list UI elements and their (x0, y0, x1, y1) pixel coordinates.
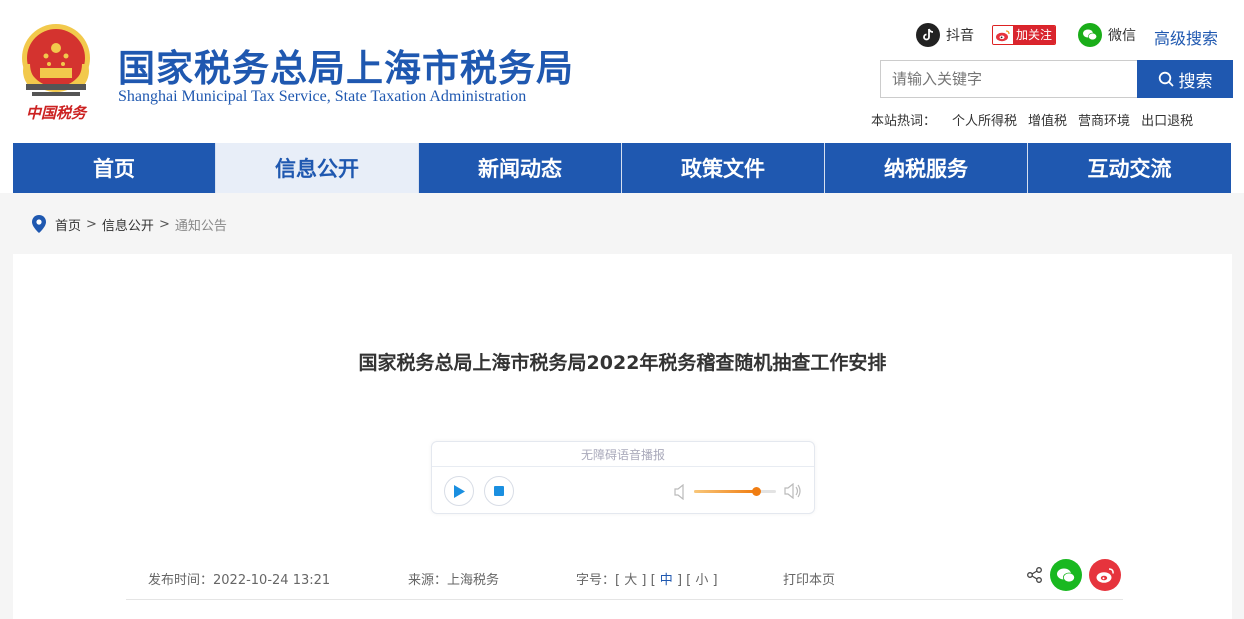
nav-item-home[interactable]: 首页 (13, 143, 216, 193)
hot-word-link[interactable]: 营商环境 (1078, 110, 1130, 129)
search-button-label: 搜索 (1178, 71, 1213, 92)
search-input[interactable] (880, 60, 1138, 98)
weibo-follow-label: 加关注 (1013, 26, 1056, 44)
audio-player: 无障碍语音播报 (431, 441, 815, 514)
wechat-icon (1057, 568, 1075, 582)
breadcrumb-info-disclosure[interactable]: 信息公开 (102, 215, 154, 234)
volume-slider-handle[interactable] (751, 487, 761, 496)
volume-low-icon (674, 484, 684, 500)
search-button[interactable]: 搜索 (1137, 60, 1233, 98)
weibo-icon (1096, 567, 1114, 583)
article-source: 来源：上海税务 (408, 573, 500, 588)
weibo-icon (993, 26, 1013, 44)
site-header: 中国税务 国家税务总局上海市税务局 Shanghai Municipal Tax… (0, 0, 1244, 143)
nav-item-tax-service[interactable]: 纳税服务 (825, 143, 1028, 193)
font-size-switcher: 字号：[ 大 ] [ 中 ] [ 小 ] (576, 573, 718, 588)
article-title: 国家税务总局上海市税务局2022年税务稽查随机抽查工作安排 (358, 352, 887, 374)
hot-words: 本站热词： 个人所得税 增值税 营商环境 出口退税 (871, 110, 1204, 129)
share-icon[interactable] (1026, 566, 1044, 584)
douyin-icon (916, 23, 940, 47)
search-icon (1158, 71, 1174, 87)
hot-word-link[interactable]: 个人所得税 (952, 110, 1017, 129)
weibo-follow-button[interactable]: 加关注 (992, 22, 1057, 48)
nav-item-policy[interactable]: 政策文件 (622, 143, 825, 193)
share-weibo-button[interactable] (1089, 559, 1121, 591)
douyin-label: 抖音 (946, 28, 974, 44)
stop-button[interactable] (484, 476, 514, 506)
wechat-icon (1078, 23, 1102, 47)
site-title: 国家税务总局上海市税务局 (118, 47, 574, 90)
hot-word-link[interactable]: 出口退税 (1141, 110, 1193, 129)
font-size-small[interactable]: 小 (695, 573, 708, 588)
play-icon (454, 484, 465, 498)
breadcrumb-home[interactable]: 首页 (55, 215, 81, 234)
audio-player-label: 无障碍语音播报 (580, 448, 665, 462)
nav-item-news[interactable]: 新闻动态 (419, 143, 622, 193)
breadcrumb-current: 通知公告 (174, 218, 227, 234)
douyin-link[interactable]: 抖音 (916, 22, 974, 48)
breadcrumb-separator: > (158, 216, 170, 232)
stop-icon (494, 486, 504, 496)
play-button[interactable] (444, 476, 474, 506)
hot-words-label: 本站热词： (871, 114, 937, 129)
site-subtitle: Shanghai Municipal Tax Service, State Ta… (118, 88, 527, 105)
nav-item-info-disclosure[interactable]: 信息公开 (216, 143, 419, 193)
breadcrumb: 首页 > 信息公开 > 通知公告 (32, 214, 227, 234)
wechat-label: 微信 (1108, 28, 1136, 44)
breadcrumb-separator: > (86, 216, 97, 232)
article-meta: 发布时间：2022-10-24 13:21 来源：上海税务 字号：[ 大 ] [… (126, 559, 1123, 600)
location-pin-icon (32, 215, 46, 233)
print-page-link[interactable]: 打印本页 (783, 569, 835, 588)
share-wechat-button[interactable] (1050, 559, 1082, 591)
tax-emblem-logo[interactable]: 中国税务 (16, 18, 96, 128)
advanced-search-link[interactable]: 高级搜索 (1154, 25, 1218, 49)
hot-word-link[interactable]: 增值税 (1028, 110, 1067, 129)
font-size-large[interactable]: 大 (624, 573, 637, 588)
volume-high-icon (784, 483, 801, 499)
wechat-link[interactable]: 微信 (1078, 22, 1136, 48)
nav-item-interaction[interactable]: 互动交流 (1028, 143, 1231, 193)
volume-slider[interactable] (694, 487, 776, 496)
publish-date: 发布时间：2022-10-24 13:21 (148, 573, 331, 588)
article-card: 国家税务总局上海市税务局2022年税务稽查随机抽查工作安排 无障碍语音播报 发布… (13, 254, 1232, 619)
font-size-medium[interactable]: 中 (660, 573, 673, 588)
svg-text:中国税务: 中国税务 (26, 104, 88, 122)
main-nav: 首页 信息公开 新闻动态 政策文件 纳税服务 互动交流 (0, 143, 1244, 193)
